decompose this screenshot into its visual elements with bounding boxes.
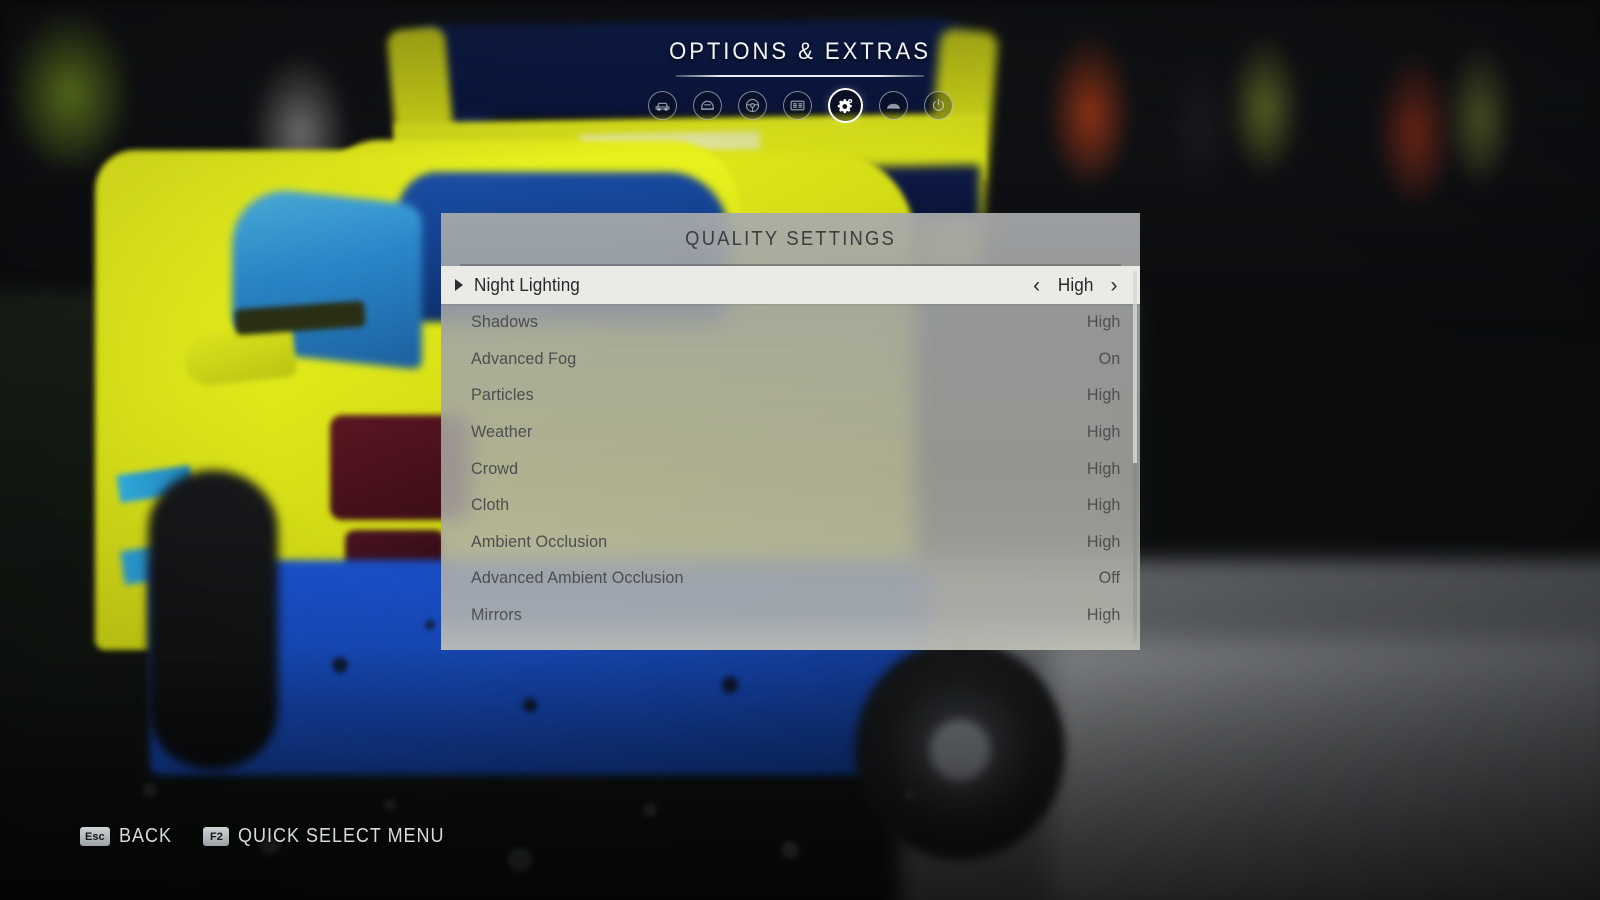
hint-quick-select-label: QUICK SELECT MENU — [238, 825, 445, 847]
setting-row-night-lighting[interactable]: Night Lighting ‹ High › — [441, 266, 1140, 304]
setting-value: Off — [1098, 568, 1121, 588]
nav-icon-gears[interactable] — [827, 88, 863, 123]
setting-label: Particles — [471, 385, 534, 405]
setting-label: Ambient Occlusion — [471, 531, 608, 551]
key-f2: F2 — [203, 827, 230, 846]
settings-scrollbar[interactable] — [1133, 271, 1137, 643]
setting-label: Weather — [471, 422, 533, 442]
nav-icon-audio[interactable] — [878, 91, 908, 120]
nav-icon-power[interactable] — [923, 91, 953, 120]
setting-row-crowd[interactable]: Crowd High — [441, 450, 1140, 487]
setting-row-weather[interactable]: Weather High — [441, 414, 1140, 451]
selection-caret-icon — [455, 279, 463, 291]
category-nav — [0, 88, 1600, 123]
quality-settings-panel: QUALITY SETTINGS Night Lighting ‹ High ›… — [441, 213, 1140, 650]
setting-row-mirrors[interactable]: Mirrors High — [441, 597, 1140, 634]
setting-row-cloth[interactable]: Cloth High — [441, 487, 1140, 524]
nav-icon-car[interactable] — [647, 91, 677, 120]
hint-back[interactable]: Esc BACK — [80, 825, 177, 848]
nav-icon-display[interactable] — [782, 91, 812, 120]
setting-label: Crowd — [471, 458, 519, 478]
panel-header: QUALITY SETTINGS — [441, 213, 1140, 266]
setting-label: Cloth — [471, 495, 510, 515]
setting-label: Mirrors — [471, 605, 522, 625]
car-front-wheel — [148, 470, 278, 770]
gravel-debris — [90, 750, 990, 890]
setting-label: Advanced Ambient Occlusion — [471, 568, 684, 588]
setting-label: Advanced Fog — [471, 348, 577, 368]
hint-quick-select-menu[interactable]: F2 QUICK SELECT MENU — [203, 825, 467, 848]
setting-value: High — [1057, 274, 1094, 295]
setting-row-ambient-occlusion[interactable]: Ambient Occlusion High — [441, 524, 1140, 561]
settings-list: Night Lighting ‹ High › Shadows High Adv… — [441, 266, 1140, 633]
setting-value: High — [1086, 312, 1121, 332]
panel-title: QUALITY SETTINGS — [685, 228, 896, 250]
setting-value: High — [1086, 531, 1121, 551]
setting-row-advanced-ambient-occlusion[interactable]: Advanced Ambient Occlusion Off — [441, 560, 1140, 597]
setting-value: High — [1086, 495, 1121, 515]
screen-header: OPTIONS & EXTRAS — [0, 38, 1600, 123]
page-title: OPTIONS & EXTRAS — [669, 38, 931, 65]
setting-row-shadows[interactable]: Shadows High — [441, 304, 1140, 341]
setting-row-advanced-fog[interactable]: Advanced Fog On — [441, 341, 1140, 378]
nav-icon-helmet[interactable] — [692, 91, 722, 120]
setting-row-particles[interactable]: Particles High — [441, 377, 1140, 414]
settings-scrollbar-thumb[interactable] — [1133, 271, 1137, 463]
key-hint-bar: Esc BACK F2 QUICK SELECT MENU — [80, 825, 468, 848]
hint-back-label: BACK — [118, 825, 172, 847]
next-value-arrow-icon[interactable]: › — [1107, 275, 1121, 296]
key-esc: Esc — [80, 827, 110, 846]
setting-value: On — [1098, 348, 1121, 368]
setting-value: High — [1086, 422, 1121, 442]
setting-label: Shadows — [471, 312, 539, 332]
setting-value: High — [1086, 605, 1121, 625]
setting-value: High — [1086, 385, 1121, 405]
setting-value: High — [1086, 458, 1121, 478]
header-divider — [676, 75, 924, 77]
nav-icon-steering-wheel[interactable] — [737, 91, 767, 120]
prev-value-arrow-icon[interactable]: ‹ — [1030, 275, 1044, 296]
setting-label: Night Lighting — [474, 274, 580, 295]
game-options-screen: OPTIONS & EXTRAS QUALITY SETTINGS Night … — [0, 0, 1600, 900]
